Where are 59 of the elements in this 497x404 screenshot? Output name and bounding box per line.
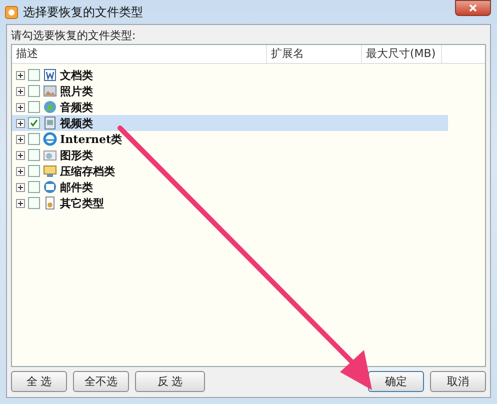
expand-icon[interactable]	[16, 70, 25, 80]
expand-icon[interactable]	[16, 118, 25, 128]
globe-icon	[43, 132, 57, 146]
row-label: 压缩存档类	[60, 164, 115, 178]
row-label: Internet类	[60, 132, 122, 146]
ok-button[interactable]: 确定	[368, 371, 424, 392]
close-icon	[469, 4, 477, 12]
expand-icon[interactable]	[16, 150, 25, 160]
file-type-row[interactable]: 视频类	[12, 115, 448, 131]
close-button[interactable]	[455, 0, 491, 16]
select-button[interactable]: 全 选	[11, 371, 67, 392]
file-type-row[interactable]: 文档类	[12, 67, 448, 83]
film-icon	[43, 116, 57, 130]
file-type-row[interactable]: 其它类型	[12, 195, 448, 211]
file-type-row[interactable]: 压缩存档类	[12, 163, 448, 179]
row-label: 音频类	[60, 100, 93, 114]
expand-icon[interactable]	[16, 134, 25, 144]
monitor-icon	[43, 164, 57, 178]
column-header[interactable]: 最大尺寸(MB)	[362, 45, 442, 63]
checkbox[interactable]	[28, 149, 40, 161]
row-label: 文档类	[60, 68, 93, 82]
file-icon	[43, 196, 57, 210]
mail-icon	[43, 180, 57, 194]
row-label: 照片类	[60, 84, 93, 98]
row-label: 其它类型	[60, 196, 104, 210]
select-button[interactable]: 反 选	[135, 371, 205, 392]
expand-icon[interactable]	[16, 166, 25, 176]
file-type-row[interactable]: 图形类	[12, 147, 448, 163]
checkbox[interactable]	[28, 69, 40, 81]
image-icon	[43, 84, 57, 98]
prompt-label: 请勾选要恢复的文件类型:	[11, 28, 137, 44]
checkbox[interactable]	[28, 101, 40, 113]
file-type-row[interactable]: 照片类	[12, 83, 448, 99]
row-label: 图形类	[60, 148, 93, 162]
cancel-button[interactable]: 取消	[430, 371, 486, 392]
checkbox[interactable]	[28, 133, 40, 145]
music-icon	[43, 100, 57, 114]
window-title: 选择要恢复的文件类型	[23, 4, 143, 20]
app-icon	[5, 6, 18, 18]
checkbox[interactable]	[28, 181, 40, 193]
file-type-row[interactable]: Internet类	[12, 131, 448, 147]
checkbox[interactable]	[28, 165, 40, 177]
expand-icon[interactable]	[16, 182, 25, 192]
checkbox[interactable]	[28, 117, 40, 129]
column-header[interactable]: 描述	[12, 45, 267, 63]
check-icon	[30, 119, 38, 127]
row-label: 视频类	[60, 116, 93, 130]
checkbox[interactable]	[28, 197, 40, 209]
column-header[interactable]: 扩展名	[267, 45, 362, 63]
file-type-row[interactable]: 音频类	[12, 99, 448, 115]
picture-frame-icon	[43, 148, 57, 162]
checkbox[interactable]	[28, 85, 40, 97]
expand-icon[interactable]	[16, 102, 25, 112]
file-type-row[interactable]: 邮件类	[12, 179, 448, 195]
expand-icon[interactable]	[16, 86, 25, 96]
document-icon	[43, 68, 57, 82]
row-label: 邮件类	[60, 180, 93, 194]
select-button[interactable]: 全不选	[73, 371, 129, 392]
expand-icon[interactable]	[16, 198, 25, 208]
